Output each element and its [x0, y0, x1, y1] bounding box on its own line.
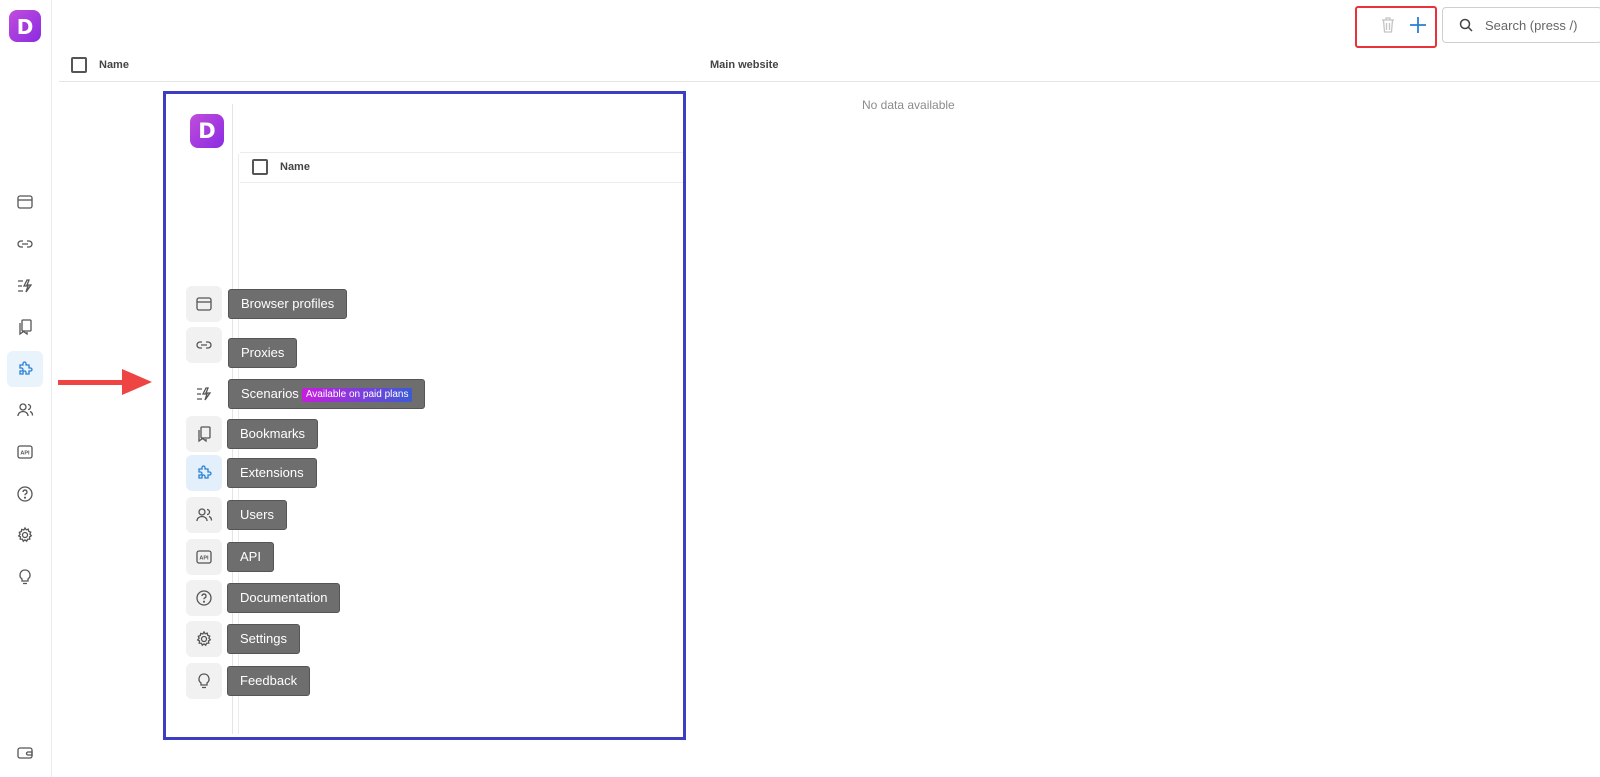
panel-icon-documentation — [186, 580, 222, 616]
app-logo[interactable]: D — [9, 10, 41, 42]
lightbulb-icon — [198, 673, 210, 689]
browser-icon — [17, 195, 33, 209]
sidebar-item-users[interactable] — [7, 392, 43, 428]
table-header: Name Main website — [59, 49, 1600, 82]
sidebar-item-documentation[interactable] — [7, 476, 43, 512]
tooltip-extensions: Extensions — [227, 458, 317, 488]
scenario-icon — [18, 279, 33, 293]
panel-icon-bookmarks — [186, 416, 222, 452]
wallet-icon[interactable] — [16, 744, 34, 762]
add-icon[interactable] — [1406, 13, 1430, 37]
svg-text:API: API — [20, 451, 30, 457]
tooltip-proxies: Proxies — [228, 338, 298, 368]
panel-icon-api: API — [186, 539, 222, 575]
empty-state-text: No data available — [862, 98, 955, 112]
sidebar: D API — [0, 0, 52, 777]
select-all-checkbox[interactable] — [71, 57, 87, 73]
puzzle-icon — [198, 465, 212, 479]
tooltip-scenarios: Scenarios Available on paid plans — [228, 379, 426, 409]
sidebar-zoom-panel: D Name Browser profiles Proxies Scenario… — [163, 91, 686, 740]
sidebar-item-api[interactable]: API — [7, 434, 43, 470]
panel-icon-feedback — [186, 663, 222, 699]
sidebar-item-browser-profiles[interactable] — [7, 184, 43, 220]
panel-icon-settings — [186, 621, 222, 657]
sidebar-item-extensions[interactable] — [7, 351, 43, 387]
panel-icon-browser-profiles — [186, 286, 222, 322]
sidebar-item-feedback[interactable] — [7, 559, 43, 595]
sidebar-item-settings[interactable] — [7, 517, 43, 553]
sidebar-item-bookmarks[interactable] — [7, 309, 43, 345]
scenario-icon — [197, 387, 212, 401]
tooltip-documentation: Documentation — [227, 583, 341, 613]
tooltip-browser-profiles: Browser profiles — [228, 289, 348, 319]
sidebar-item-proxies[interactable] — [7, 226, 43, 262]
api-icon: API — [196, 550, 212, 564]
bookmark-icon — [19, 319, 32, 336]
search-input[interactable]: Search (press /) — [1442, 7, 1600, 43]
gear-icon — [17, 526, 33, 543]
search-icon — [1459, 18, 1473, 32]
trash-icon[interactable] — [1377, 14, 1399, 36]
tooltip-bookmarks: Bookmarks — [227, 419, 319, 449]
panel-icon-extensions — [186, 455, 222, 491]
tooltip-users: Users — [227, 500, 287, 530]
annotation-arrow — [58, 369, 152, 395]
users-icon — [17, 403, 34, 417]
tooltip-scenarios-label: Scenarios — [241, 386, 299, 401]
browser-icon — [196, 297, 212, 311]
lightbulb-icon — [19, 569, 31, 585]
users-icon — [196, 508, 213, 522]
puzzle-icon — [19, 361, 33, 375]
tooltip-feedback: Feedback — [227, 666, 311, 696]
panel-icon-scenarios — [186, 376, 222, 412]
api-icon: API — [17, 445, 33, 459]
paid-plan-badge: Available on paid plans — [301, 388, 413, 402]
svg-text:API: API — [199, 556, 209, 562]
panel-table-header: Name — [240, 152, 683, 183]
link-icon — [17, 240, 33, 248]
panel-app-logo: D — [190, 114, 224, 148]
gear-icon — [196, 630, 212, 647]
panel-column-header-name: Name — [280, 161, 310, 173]
tooltip-api: API — [227, 542, 274, 572]
panel-icon-users — [186, 497, 222, 533]
help-icon — [17, 486, 33, 502]
column-header-name[interactable]: Name — [99, 59, 129, 71]
tooltip-settings: Settings — [227, 624, 300, 654]
sidebar-item-scenarios[interactable] — [7, 268, 43, 304]
panel-icon-proxies — [186, 327, 222, 363]
search-placeholder: Search (press /) — [1485, 18, 1578, 33]
bookmark-icon — [198, 426, 211, 443]
panel-select-all-checkbox — [252, 159, 268, 175]
help-icon — [196, 590, 212, 606]
link-icon — [196, 341, 212, 349]
column-header-main-website[interactable]: Main website — [710, 59, 778, 71]
